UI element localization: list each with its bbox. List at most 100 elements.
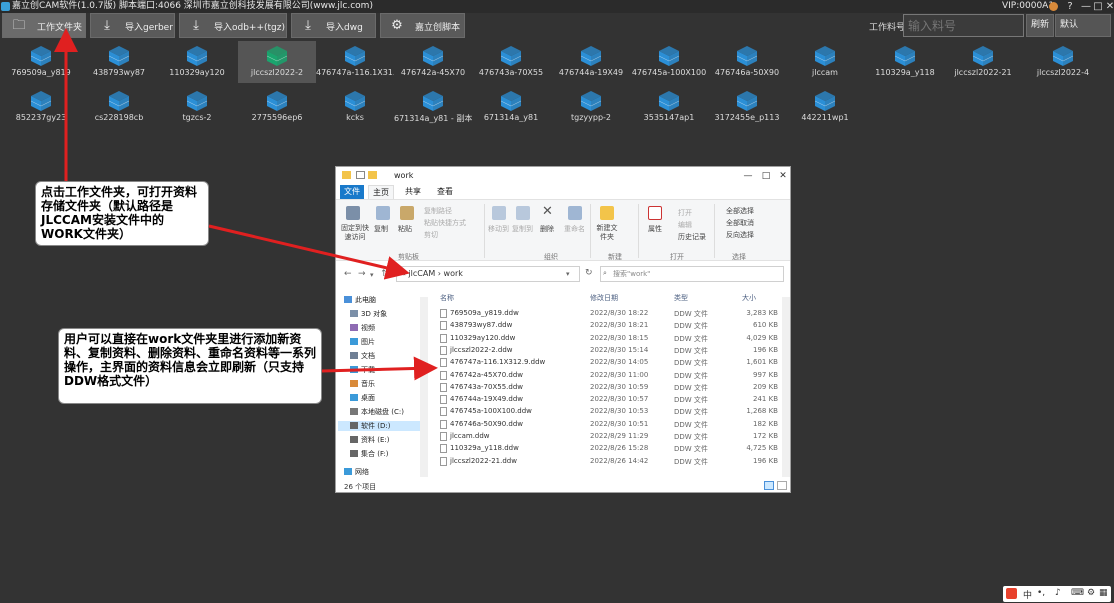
file-row[interactable]: 110329ay120.ddw 2022/8/30 18:15 DDW 文件 4,02… [436,333,782,345]
folder-item[interactable]: 671314a_y81 [472,86,550,128]
folder-item[interactable]: 2775596ep6 [238,86,316,128]
nav-item[interactable]: 本地磁盘 (C:) [350,407,404,417]
avatar-icon[interactable] [1049,2,1058,11]
file-row[interactable]: jlccszl2022-2.ddw 2022/8/30 15:14 DDW 文件 19… [436,345,782,357]
folder-item[interactable]: 110329a_y118 [866,41,944,83]
folder-item[interactable]: 442211wp1 [786,86,864,128]
help-button[interactable]: ? [1062,0,1078,13]
search-input[interactable]: 搜索"work" [600,266,784,282]
folder-item[interactable]: 476744a-19X49 [552,41,630,83]
jlc-script-button[interactable]: ⚙ 嘉立创脚本 [380,13,465,38]
close-button[interactable]: ✕ [1102,0,1114,13]
nav-item[interactable]: 视频 [350,323,375,333]
settings-icon[interactable]: ⚙ [1087,588,1095,598]
folder-item[interactable]: 671314a_y81 - 副本 [394,86,472,128]
import-dwg-button[interactable]: ⤓ 导入dwg [291,13,376,38]
invert-selection-button[interactable]: 反向选择 [726,230,754,240]
folder-item[interactable]: tgzyypp-2 [552,86,630,128]
select-all-button[interactable]: 全部选择 [726,206,754,216]
folder-item[interactable]: 769509a_y819 [2,41,80,83]
tab-file[interactable]: 文件 [340,185,364,199]
refresh-button[interactable]: 刷新 [1026,14,1054,37]
folder-item[interactable]: 438793wy87 [80,41,158,83]
folder-item[interactable]: tgzcs-2 [158,86,236,128]
ime-logo-icon[interactable] [1006,588,1017,599]
import-gerber-button[interactable]: ⤓ 导入gerber [90,13,175,38]
work-folder-button[interactable]: 🗀 工作文件夹 [2,13,86,38]
minimize-button[interactable]: — [741,169,755,183]
back-icon[interactable]: ← [344,269,352,279]
folder-item[interactable]: 476745a-100X100 [630,41,708,83]
default-button[interactable]: 默认 [1055,14,1111,37]
properties-button[interactable]: 属性 [648,224,662,234]
nav-item[interactable]: 音乐 [350,379,375,389]
folder-item[interactable]: jlccszl2022-2 [238,41,316,83]
tab-share[interactable]: 共享 [400,185,426,199]
close-button[interactable]: ✕ [776,169,790,183]
copy-to-button[interactable]: 复制到 [512,224,533,234]
nav-item[interactable]: 3D 对象 [350,309,387,319]
folder-item[interactable]: 852237gy23 [2,86,80,128]
paste-shortcut-button[interactable]: 粘贴快捷方式 [424,218,466,228]
folder-item[interactable]: 3535147ap1 [630,86,708,128]
column-size[interactable]: 大小 [742,293,756,303]
copy-path-button[interactable]: 复制路径 [424,206,452,216]
file-list-scrollbar[interactable] [782,297,790,477]
column-type[interactable]: 类型 [674,293,688,303]
details-view-icon[interactable] [764,481,774,490]
work-number-input[interactable] [903,14,1024,37]
tab-view[interactable]: 查看 [432,185,458,199]
move-to-button[interactable]: 移动到 [488,224,509,234]
ime-punct[interactable]: •, [1037,588,1045,598]
folder-item[interactable]: 476742a-45X70 [394,41,472,83]
forward-icon[interactable]: → [358,269,366,279]
folder-item[interactable]: 476747a-116.1X31... [316,41,394,83]
nav-item[interactable]: 桌面 [350,393,375,403]
nav-item[interactable]: 资料 (E:) [350,435,389,445]
folder-item[interactable]: jlccszl2022-21 [944,41,1022,83]
folder-item[interactable]: cs228198cb [80,86,158,128]
copy-button[interactable]: 复制 [374,224,388,234]
select-none-button[interactable]: 全部取消 [726,218,754,228]
file-row[interactable]: 438793wy87.ddw 2022/8/30 18:21 DDW 文件 610 K… [436,320,782,332]
file-row[interactable]: 476743a-70X55.ddw 2022/8/30 10:59 DDW 文件 20… [436,382,782,394]
folder-item[interactable]: jlccam [786,41,864,83]
file-row[interactable]: 769509a_y819.ddw 2022/8/30 18:22 DDW 文件 3,2… [436,308,782,320]
maximize-button[interactable]: □ [759,169,773,183]
ime-language[interactable]: 中 [1023,588,1032,601]
chevron-down-icon[interactable]: ▾ [566,270,570,278]
new-folder-icon[interactable] [368,171,377,179]
mic-icon[interactable]: ♪ [1055,588,1061,598]
file-row[interactable]: 476745a-100X100.ddw 2022/8/30 10:53 DDW 文件… [436,406,782,418]
folder-item[interactable]: 476743a-70X55 [472,41,550,83]
folder-item[interactable]: kcks [316,86,394,128]
file-row[interactable]: 476747a-116.1X312.9.ddw 2022/8/30 14:05 DD… [436,357,782,369]
properties-icon[interactable] [356,171,365,179]
file-row[interactable]: jlccam.ddw 2022/8/29 11:29 DDW 文件 172 KB [436,431,782,443]
large-icons-view-icon[interactable] [777,481,787,490]
rename-button[interactable]: 重命名 [564,224,585,234]
up-icon[interactable]: ↑ [380,269,388,279]
folder-item[interactable]: 110329ay120 [158,41,236,83]
chevron-down-icon[interactable]: ▾ [370,271,374,279]
nav-scrollbar[interactable] [420,297,428,477]
folder-item[interactable]: 3172455e_p113 [708,86,786,128]
nav-item[interactable]: 软件 (D:) [338,421,426,431]
column-name[interactable]: 名称 [440,293,454,303]
history-button[interactable]: 历史记录 [678,232,706,242]
refresh-icon[interactable]: ↻ [585,268,593,278]
nav-item[interactable]: 网络 [344,467,369,477]
nav-item[interactable]: 文档 [350,351,375,361]
import-odb-button[interactable]: ⤓ 导入odb++(tgz) [179,13,287,38]
file-row[interactable]: 476744a-19X49.ddw 2022/8/30 10:57 DDW 文件 24… [436,394,782,406]
nav-item[interactable]: 集合 (F:) [350,449,389,459]
file-row[interactable]: 110329a_y118.ddw 2022/8/26 15:28 DDW 文件 4,7… [436,443,782,455]
column-date[interactable]: 修改日期 [590,293,618,303]
tab-home[interactable]: 主页 [368,185,394,199]
new-folder-button[interactable]: 新建文件夹 [594,224,620,242]
edit-button[interactable]: 编辑 [678,220,692,230]
pin-quick-access-button[interactable]: 固定到快速访问 [339,224,371,242]
nav-item[interactable]: 图片 [350,337,375,347]
file-row[interactable]: jlccszl2022-21.ddw 2022/8/26 14:42 DDW 文件 1… [436,456,782,468]
open-button[interactable]: 打开 [678,208,692,218]
